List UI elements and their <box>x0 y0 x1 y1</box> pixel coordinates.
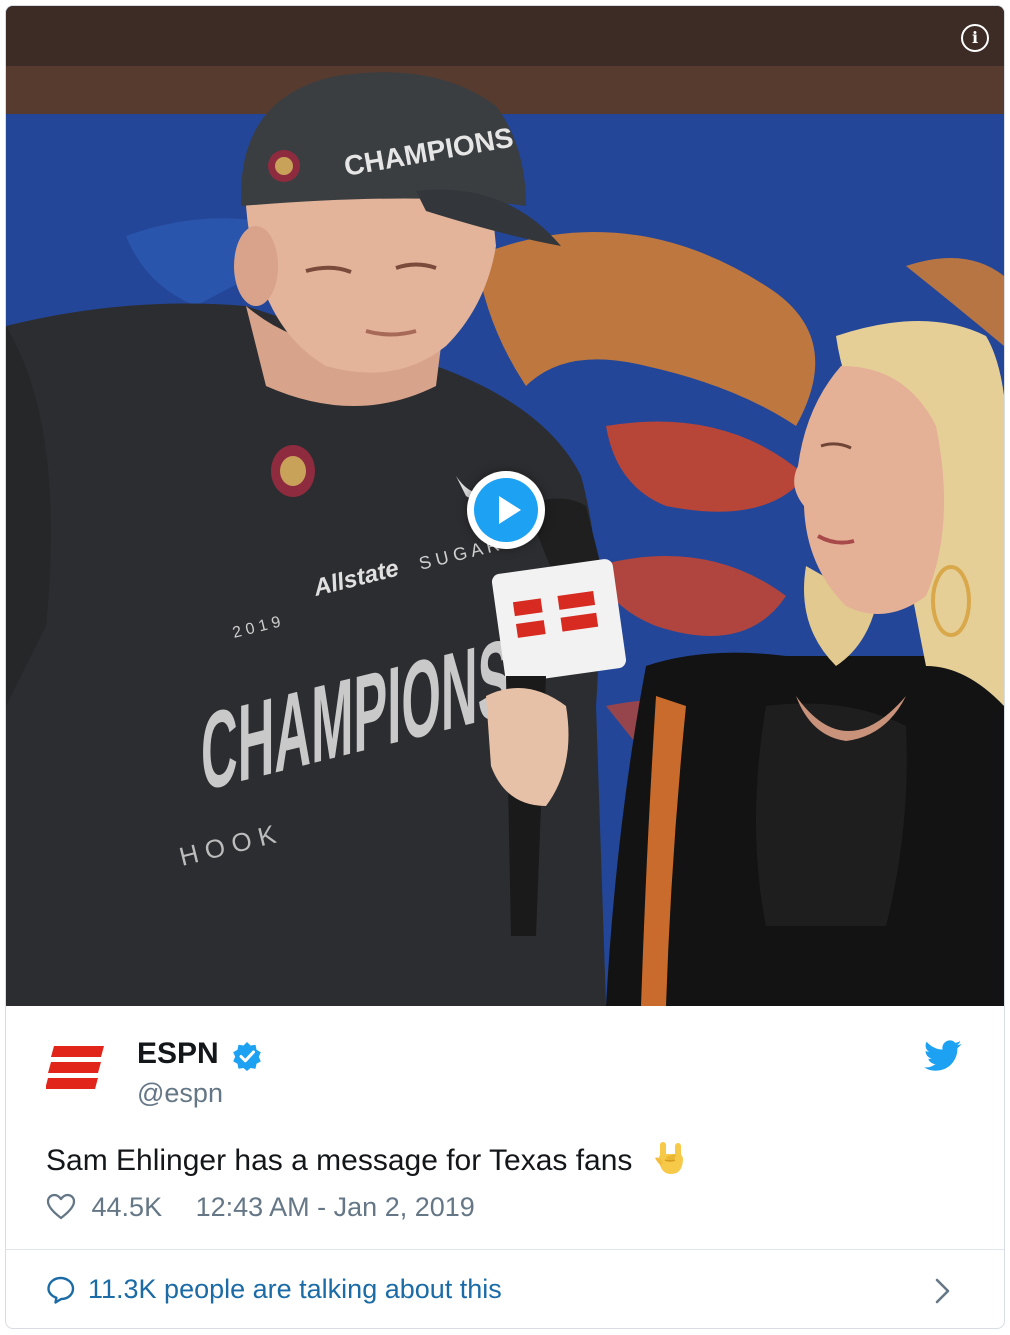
tweet-text-content: Sam Ehlinger has a message for Texas fan… <box>46 1144 633 1177</box>
author-handle[interactable]: @espn <box>137 1076 223 1110</box>
play-button[interactable] <box>467 471 545 549</box>
embedded-tweet-card: CHAMPIONS Allstate S U G A R 2 0 1 9 CHA… <box>5 5 1005 1329</box>
tweet-author: ESPN @espn <box>6 1006 1004 1108</box>
speech-bubble-icon <box>47 1276 75 1304</box>
verified-badge-icon <box>233 1042 261 1071</box>
twitter-bird-icon[interactable] <box>924 1040 962 1072</box>
chevron-right-icon <box>935 1278 950 1304</box>
info-icon: i <box>971 28 979 47</box>
espn-logo-icon[interactable] <box>46 1038 106 1098</box>
info-button[interactable]: i <box>961 24 989 52</box>
play-triangle <box>499 496 521 524</box>
horns-hand-emoji <box>654 1142 683 1174</box>
tweet-meta: 44.5K 12:43 AM - Jan 2, 2019 <box>46 1190 475 1224</box>
like-count[interactable]: 44.5K <box>92 1192 163 1222</box>
author-name[interactable]: ESPN <box>137 1036 219 1072</box>
tweet-timestamp[interactable]: 12:43 AM - Jan 2, 2019 <box>196 1192 475 1222</box>
tweet-text: Sam Ehlinger has a message for Texas fan… <box>46 1140 687 1181</box>
heart-icon[interactable] <box>46 1193 76 1220</box>
video-media[interactable]: CHAMPIONS Allstate S U G A R 2 0 1 9 CHA… <box>6 6 1004 1006</box>
talking-link[interactable]: 11.3K people are talking about this <box>6 1250 1004 1328</box>
talking-label[interactable]: 11.3K people are talking about this <box>88 1272 502 1306</box>
play-icon <box>474 478 538 542</box>
